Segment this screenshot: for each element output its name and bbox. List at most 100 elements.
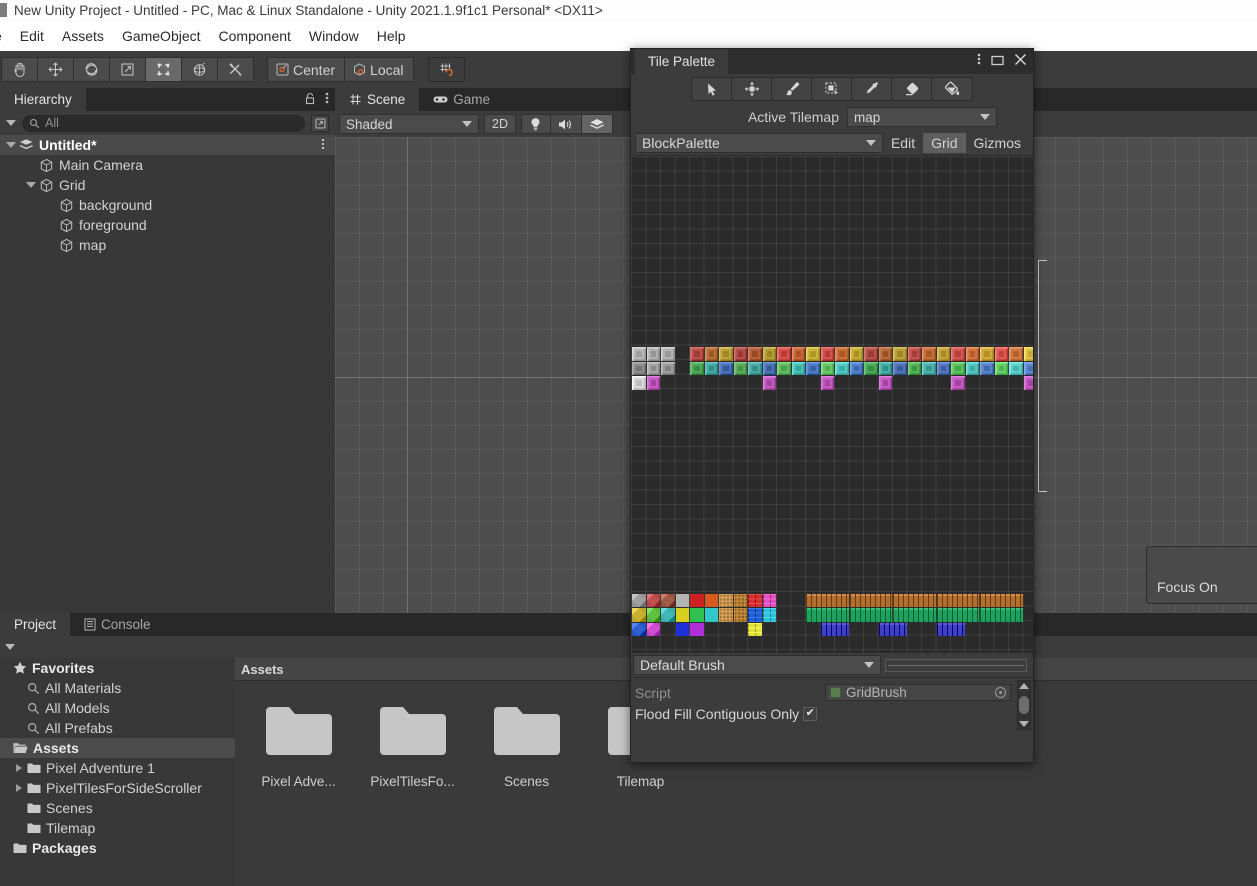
palette-tile-platform[interactable] (937, 623, 965, 637)
palette-tile-magenta[interactable] (951, 376, 965, 390)
hierarchy-row-untitled[interactable]: Untitled* (0, 135, 335, 155)
palette-tile-warm[interactable] (879, 347, 893, 361)
palette-tile-platform[interactable] (879, 623, 907, 637)
brush-dropdown[interactable]: Default Brush (633, 655, 881, 675)
kebab-menu-icon[interactable] (977, 52, 981, 71)
flood-fill-tool-button[interactable] (932, 78, 972, 100)
palette-grid-button[interactable]: Grid (923, 133, 965, 153)
palette-tile-cool[interactable] (734, 362, 748, 376)
palette-tile-brick[interactable] (748, 608, 762, 622)
close-icon[interactable] (1014, 53, 1027, 71)
palette-tile-cool[interactable] (806, 362, 820, 376)
tab-console[interactable]: Console (70, 613, 165, 636)
palette-tile-warm[interactable] (995, 347, 1009, 361)
pivot-mode-button[interactable]: Center (267, 57, 345, 82)
project-tree-item-all-prefabs[interactable]: All Prefabs (0, 718, 235, 738)
project-tree-item-scenes[interactable]: Scenes (0, 798, 235, 818)
expand-arrow-icon[interactable] (16, 764, 22, 772)
hierarchy-search-mode-button[interactable] (311, 115, 329, 132)
menu-item-window[interactable]: Window (300, 22, 368, 51)
tab-game[interactable]: Game (419, 88, 504, 111)
palette-gizmos-button[interactable]: Gizmos (966, 133, 1029, 153)
tab-tile-palette[interactable]: Tile Palette (635, 49, 728, 74)
palette-tile-platform[interactable] (806, 594, 849, 608)
flood-fill-checkbox[interactable]: ✔ (803, 707, 817, 721)
draw-mode-dropdown[interactable]: Shaded (339, 114, 479, 134)
lock-icon[interactable] (304, 92, 316, 110)
project-tree-item-assets[interactable]: Assets (0, 738, 235, 758)
menu-item-file[interactable]: e (0, 22, 11, 51)
palette-tile-cool[interactable] (1009, 362, 1023, 376)
palette-tile-cool[interactable] (719, 362, 733, 376)
palette-tile-cool[interactable] (951, 362, 965, 376)
palette-tile-platform[interactable] (850, 608, 893, 622)
project-tree-item-tilemap[interactable]: Tilemap (0, 818, 235, 838)
palette-tile-plain[interactable] (705, 594, 719, 608)
palette-tile-plain[interactable] (676, 623, 690, 637)
scene-fx-button[interactable] (581, 114, 613, 134)
menu-item-edit[interactable]: Edit (11, 22, 53, 51)
palette-tile-warm[interactable] (734, 347, 748, 361)
menu-item-assets[interactable]: Assets (53, 22, 113, 51)
menu-item-component[interactable]: Component (210, 22, 300, 51)
project-tree-item-favorites[interactable]: Favorites (0, 658, 235, 678)
hierarchy-row-grid[interactable]: Grid (0, 175, 335, 195)
palette-tile-plain[interactable] (705, 608, 719, 622)
project-tree-item-all-materials[interactable]: All Materials (0, 678, 235, 698)
inspector-scrollbar[interactable] (1017, 680, 1031, 730)
eraser-tool-button[interactable] (892, 78, 932, 100)
create-dropdown-icon[interactable] (6, 120, 16, 126)
palette-tile-warm[interactable] (908, 347, 922, 361)
hierarchy-row-main-camera[interactable]: Main Camera (0, 155, 335, 175)
palette-tile-warm[interactable] (806, 347, 820, 361)
palette-tile-warm[interactable] (835, 347, 849, 361)
palette-tile-brick[interactable] (748, 594, 762, 608)
palette-tile-warm[interactable] (980, 347, 994, 361)
palette-tile-warm[interactable] (951, 347, 965, 361)
palette-tile-plain[interactable] (690, 594, 704, 608)
palette-tile-diamond[interactable] (661, 594, 675, 608)
rotate-tool-button[interactable] (73, 57, 110, 82)
palette-tile-warm[interactable] (937, 347, 951, 361)
tile-palette-canvas[interactable] (631, 156, 1033, 653)
palette-tile-plain[interactable] (676, 594, 690, 608)
hierarchy-row-background[interactable]: background (0, 195, 335, 215)
expand-arrow-icon[interactable] (6, 142, 16, 148)
scene-audio-button[interactable] (550, 114, 582, 134)
palette-tile-brick[interactable] (748, 623, 762, 637)
palette-dropdown[interactable]: BlockPalette (635, 133, 883, 153)
palette-tile-platform[interactable] (980, 608, 1023, 622)
palette-tile-cool[interactable] (748, 362, 762, 376)
palette-tile-cool[interactable] (937, 362, 951, 376)
palette-tile-plain[interactable] (690, 623, 704, 637)
palette-tile-cool[interactable] (922, 362, 936, 376)
hierarchy-search-input[interactable]: All (22, 115, 305, 132)
palette-tile-magenta[interactable] (879, 376, 893, 390)
palette-tile-brick[interactable] (763, 594, 777, 608)
palette-tile-gray[interactable] (632, 362, 646, 376)
palette-tile-magenta[interactable] (821, 376, 835, 390)
palette-tile-cool[interactable] (763, 362, 777, 376)
palette-tile-warm[interactable] (922, 347, 936, 361)
scene-lighting-button[interactable] (521, 114, 551, 134)
palette-tile-warm[interactable] (1009, 347, 1023, 361)
palette-tile-warm[interactable] (1024, 347, 1034, 361)
palette-tile-platform[interactable] (806, 608, 849, 622)
tab-scene[interactable]: Scene (335, 88, 419, 111)
expand-arrow-icon[interactable] (26, 182, 36, 188)
project-create-dropdown-icon[interactable] (5, 644, 15, 650)
menu-item-gameobject[interactable]: GameObject (113, 22, 210, 51)
brush-size-slider[interactable] (885, 659, 1027, 672)
palette-tile-platform[interactable] (937, 608, 980, 622)
tab-project[interactable]: Project (0, 613, 70, 636)
palette-tile-cool[interactable] (835, 362, 849, 376)
hierarchy-row-map[interactable]: map (0, 235, 335, 255)
palette-tile-warm[interactable] (864, 347, 878, 361)
palette-tile-platform[interactable] (937, 594, 980, 608)
box-fill-tool-button[interactable] (812, 78, 852, 100)
project-tree-item-pixel-adventure-1[interactable]: Pixel Adventure 1 (0, 758, 235, 778)
grid-snapping-button[interactable] (428, 57, 465, 82)
palette-tile-warm[interactable] (850, 347, 864, 361)
palette-tile-cool[interactable] (850, 362, 864, 376)
palette-tile-warm[interactable] (821, 347, 835, 361)
